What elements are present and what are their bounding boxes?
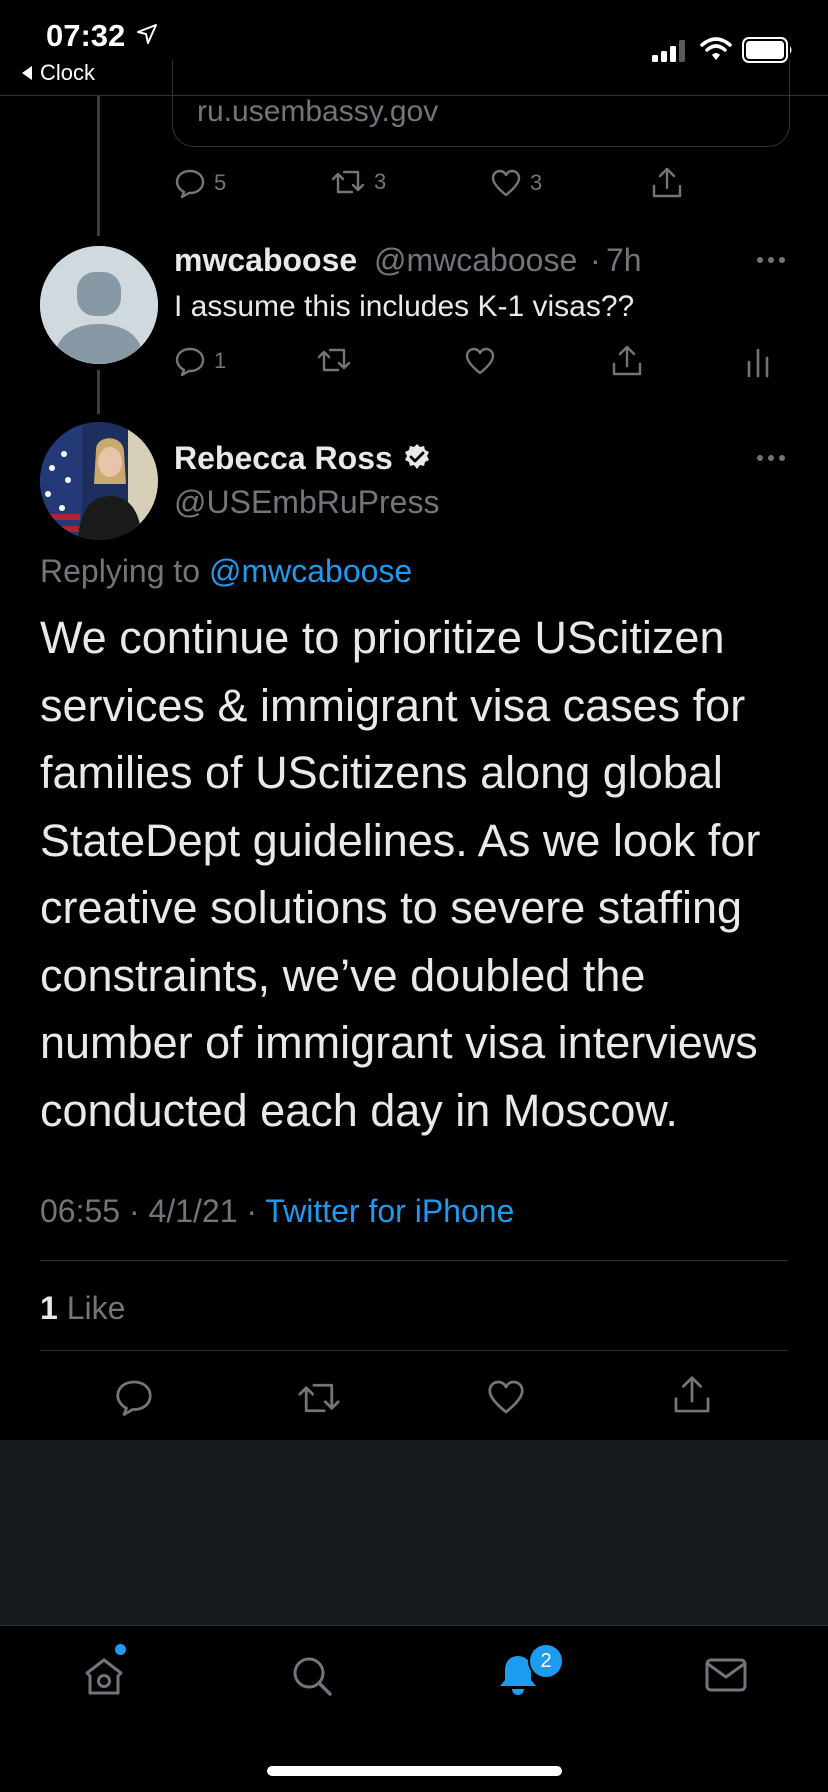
reply-count: 5: [214, 170, 227, 195]
more-options-icon[interactable]: [756, 256, 786, 264]
analytics-icon: [746, 348, 770, 378]
main-share-button[interactable]: [671, 1374, 713, 1416]
main-retweet-button[interactable]: [296, 1380, 342, 1416]
profile-avatar[interactable]: [40, 422, 158, 540]
tweet-timestamp: 06:55 · 4/1/21 ·: [40, 1193, 258, 1229]
retweet-icon: [330, 168, 366, 196]
reply-action-button[interactable]: 5: [174, 168, 226, 198]
mail-icon: [704, 1656, 748, 1696]
tweet-metadata: 06:55 · 4/1/21 · Twitter for iPhone: [40, 1193, 514, 1230]
reply-tweet-retweet-button[interactable]: [316, 346, 352, 374]
tweet-text: We continue to prioritize UScitizen serv…: [40, 612, 761, 1136]
heart-icon: [464, 346, 496, 376]
share-icon: [610, 344, 644, 378]
author-handle[interactable]: @USEmbRuPress: [174, 484, 439, 521]
new-content-dot: [115, 1644, 126, 1655]
home-icon: [82, 1654, 126, 1698]
main-reply-button[interactable]: [114, 1378, 154, 1416]
heart-icon: [486, 1378, 526, 1416]
share-action-button[interactable]: [650, 166, 684, 200]
likes-summary[interactable]: 1 Like: [40, 1290, 125, 1327]
reply-text: I assume this includes K-1 visas??: [174, 290, 635, 323]
likes-label: Like: [66, 1290, 126, 1326]
home-indicator[interactable]: [267, 1766, 562, 1776]
reply-tweet-reply-button[interactable]: 1: [174, 346, 226, 376]
author-name[interactable]: Rebecca Ross: [174, 440, 393, 477]
reply-tweet-like-button[interactable]: [464, 346, 496, 376]
comment-icon: [174, 168, 206, 198]
more-options-icon[interactable]: [756, 454, 786, 462]
tab-messages[interactable]: [704, 1656, 748, 1696]
back-triangle-icon: [20, 65, 34, 81]
divider: [40, 1350, 788, 1351]
reply-author-handle[interactable]: @mwcaboose: [374, 242, 577, 279]
likes-count: 1: [40, 1290, 58, 1326]
replying-to-line: Replying to @mwcaboose: [40, 553, 412, 590]
reply-count: 1: [214, 348, 227, 373]
main-like-button[interactable]: [486, 1378, 526, 1416]
tab-search[interactable]: [290, 1654, 334, 1698]
retweet-count: 3: [374, 169, 387, 194]
cellular-signal-icon: [652, 40, 688, 62]
link-domain: ru.usembassy.gov: [197, 95, 439, 128]
empty-content-area: [0, 1440, 828, 1625]
reply-tweet-analytics-button[interactable]: [746, 348, 770, 378]
tab-home[interactable]: [82, 1654, 126, 1698]
comment-icon: [174, 346, 206, 376]
verified-badge-icon: [402, 442, 432, 472]
comment-icon: [114, 1378, 154, 1416]
thread-line: [97, 96, 100, 236]
reply-author-name[interactable]: mwcaboose: [174, 242, 357, 279]
notification-badge: 2: [528, 1643, 564, 1679]
default-avatar[interactable]: [40, 246, 158, 364]
retweet-action-button[interactable]: 3: [330, 168, 386, 196]
wifi-icon: [700, 36, 732, 62]
divider: [40, 1260, 788, 1261]
replying-to-handle-link[interactable]: @mwcaboose: [209, 553, 412, 589]
retweet-icon: [296, 1380, 342, 1416]
share-icon: [671, 1374, 713, 1416]
share-icon: [650, 166, 684, 200]
reply-timestamp: 7h: [606, 242, 642, 278]
thread-line: [97, 370, 100, 414]
replying-prefix: Replying to: [40, 553, 201, 589]
status-time: 07:32: [46, 18, 126, 53]
retweet-icon: [316, 346, 352, 374]
like-action-button[interactable]: 3: [490, 168, 542, 198]
back-to-clock-button[interactable]: Clock: [20, 60, 95, 86]
like-count: 3: [530, 170, 543, 195]
reply-separator: ·: [590, 242, 601, 278]
back-label: Clock: [40, 60, 96, 85]
location-arrow-icon: [136, 23, 158, 45]
search-icon: [290, 1654, 334, 1698]
heart-icon: [490, 168, 522, 198]
tab-bar-divider: [0, 1625, 828, 1626]
tweet-source-link[interactable]: Twitter for iPhone: [265, 1193, 514, 1229]
reply-tweet-share-button[interactable]: [610, 344, 644, 378]
